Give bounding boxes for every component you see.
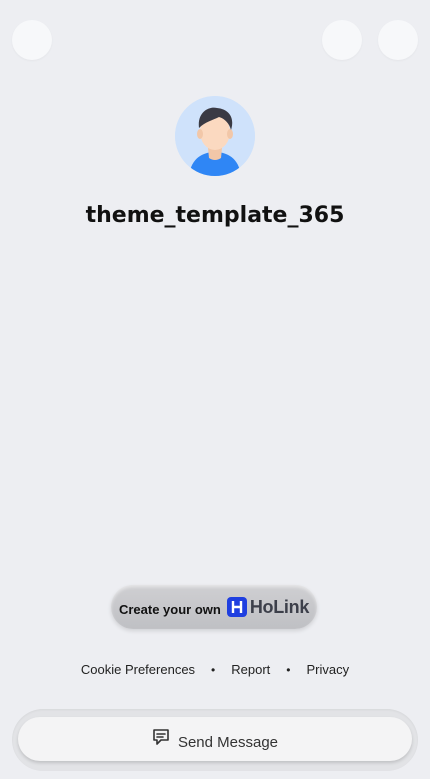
privacy-link[interactable]: Privacy — [306, 662, 349, 677]
avatar-illustration — [175, 96, 255, 176]
chat-icon — [152, 728, 170, 751]
separator-dot: • — [286, 662, 291, 677]
profile-username: theme_template_365 — [85, 203, 345, 228]
send-message-button[interactable]: Send Message — [18, 717, 412, 761]
send-message-label: Send Message — [177, 733, 279, 751]
cookie-preferences-link[interactable]: Cookie Preferences — [81, 662, 195, 677]
separator-dot: • — [211, 662, 216, 677]
footer-links: Cookie Preferences • Report • Privacy — [0, 662, 430, 677]
create-your-own-button[interactable]: Create your own HoLink — [111, 585, 317, 629]
holink-wordmark: HoLink — [249, 596, 310, 617]
report-link[interactable]: Report — [231, 662, 270, 677]
holink-logo-icon — [226, 597, 247, 617]
holink-logo: HoLink — [226, 596, 310, 618]
share-button[interactable] — [322, 20, 362, 60]
menu-button[interactable] — [12, 20, 52, 60]
create-label: Create your own — [118, 601, 221, 617]
more-button[interactable] — [378, 20, 418, 60]
avatar — [175, 96, 255, 176]
